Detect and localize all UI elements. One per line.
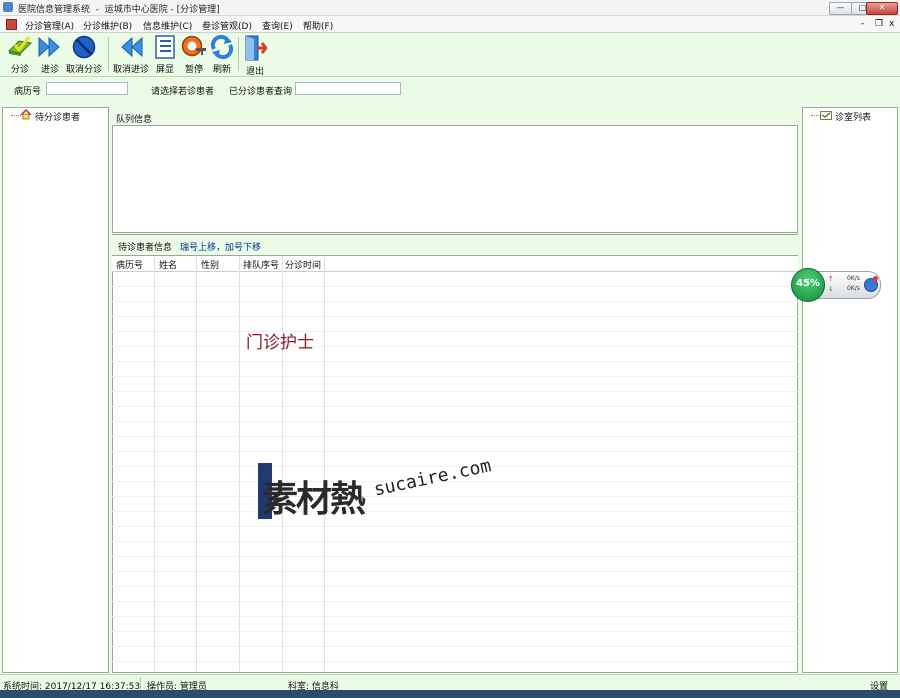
clinic-folder-icon [820,111,832,120]
grid-row-line [112,496,798,497]
fast-forward-icon [38,36,60,58]
grid-column-line [196,256,197,672]
grid-row-line [112,661,798,662]
column-header-record-number[interactable]: 病历号 [116,258,143,271]
menu-help[interactable]: 帮助(F) [303,19,333,32]
grid-row-line [112,541,798,542]
grid-row-line [112,586,798,587]
select-patient-label: 请选择若诊患者 [151,87,215,97]
queue-info-title: 队列信息 [116,115,153,125]
divider [112,234,798,235]
column-header-queue-number[interactable]: 排队序号 [243,258,279,271]
grid-row-line [112,361,798,362]
pingxian-button[interactable]: 屏显 [152,35,178,75]
grid-row-line [112,646,798,647]
grid-row-line [112,451,798,452]
grid-row-line [112,421,798,422]
watermark-logo: 素材熱 [262,479,366,520]
grid-header: 病历号 姓名 性别 排队序号 分诊时间 [112,256,798,272]
grid-column-line [324,256,325,672]
download-speed: 0K/s [847,285,860,292]
grid-row-line [112,391,798,392]
close-button[interactable]: ✕ [866,2,898,15]
window-title: 医院信息管理系统 - 运城市中心医院 - [分诊管理] [18,5,220,15]
fenzhen-button[interactable]: 分诊 [5,35,35,75]
cancel-fenzhen-button[interactable]: 取消分诊 [66,35,102,75]
grid-row-line [112,436,798,437]
shuaxin-button[interactable]: 刷新 [209,35,235,75]
house-icon [20,109,32,120]
toolbar-separator [238,37,239,71]
upload-arrow-icon: ↑ [828,275,834,283]
grid-row-line [112,511,798,512]
title-bar: 医院信息管理系统 - 运城市中心医院 - [分诊管理] — □ ✕ [0,0,900,16]
rewind-icon [121,36,143,58]
grid-row-line [112,616,798,617]
menu-query[interactable]: 查询(E) [262,19,293,32]
queue-info-box [112,125,798,233]
mdi-minimize-button[interactable]: - [861,19,864,29]
network-speed-widget[interactable]: 45% ↑ ↓ 0K/s 0K/s [791,268,881,302]
overlay-caption: 门诊护士 [246,333,314,353]
record-number-input[interactable] [46,82,128,95]
grid-row-line [112,406,798,407]
toolbar: 分诊 进诊 取消分诊 取消进诊 屏显 暂停 刷新 退出 [0,33,900,77]
prohibited-icon [72,35,96,59]
tree-item-clinic-list[interactable]: 诊室列表 [835,110,871,123]
grid-row-line [112,286,798,287]
jinzhen-button[interactable]: 进诊 [35,35,65,75]
mdi-child-icon [6,19,17,30]
tree-item-pending-patients[interactable]: 待分诊患者 [35,110,80,123]
memory-percent: 45% [796,278,820,289]
column-header-fenzhen-time[interactable]: 分诊时间 [285,258,321,271]
cancel-jinzhen-button[interactable]: 取消进诊 [113,35,149,75]
waiting-patients-title: 待诊患者信息 [118,243,173,253]
column-header-name[interactable]: 姓名 [159,258,177,271]
grid-row-line [112,316,798,317]
grid-row-line [112,346,798,347]
app-icon [3,2,13,12]
minimize-button[interactable]: — [829,2,852,15]
menu-bar: 分诊管理(A) 分诊维护(B) 信息维护(C) 叁诊管观(D) 查询(E) 帮助… [0,16,900,33]
grid-column-line [239,256,240,672]
book-check-icon [7,36,33,56]
grid-row-line [112,631,798,632]
grid-row-line [112,601,798,602]
query-label: 已分诊患者查询 [229,87,293,97]
zanting-button[interactable]: 暂停 [180,35,208,75]
right-tree-panel: 诊室列表 [802,107,898,673]
menu-emergency[interactable]: 叁诊管观(D) [202,19,252,32]
status-separator [140,677,141,690]
menu-fenzhen-manage[interactable]: 分诊管理(A) [25,19,74,32]
exit-door-icon [245,35,267,61]
status-bar: 系统时间: 2017/12/17 16:37:53 操作员: 管理员 科室: 信… [0,674,900,692]
upload-speed: 0K/s [847,275,860,282]
grid-row-line [112,331,798,332]
record-number-label: 病历号 [14,87,42,97]
os-taskbar [0,690,900,698]
menu-fenzhen-maintain[interactable]: 分诊维护(B) [83,19,132,32]
grid-row-line [112,556,798,557]
menu-info-maintain[interactable]: 信息维护(C) [143,19,192,32]
grid-row-line [112,376,798,377]
grid-column-line [154,256,155,672]
grid-column-line [282,256,283,672]
grid-row-line [112,571,798,572]
fenzhen-query-input[interactable] [295,82,401,95]
download-arrow-icon: ↓ [828,285,834,293]
grid-row-line [112,301,798,302]
alert-dot-icon [873,276,878,281]
list-screen-icon [155,35,175,59]
tuichu-button[interactable]: 退出 [242,35,268,77]
mdi-restore-button[interactable]: ❐ [875,19,883,29]
grid-row-line [112,526,798,527]
toolbar-separator [108,37,109,71]
refresh-icon [210,35,234,59]
pause-key-icon [181,35,206,57]
column-header-gender[interactable]: 性别 [201,258,219,271]
mdi-close-button[interactable]: x [889,19,894,29]
reorder-hint: 瑞号上移，加号下移 [180,243,262,253]
left-tree-panel: 待分诊患者 [2,107,109,673]
